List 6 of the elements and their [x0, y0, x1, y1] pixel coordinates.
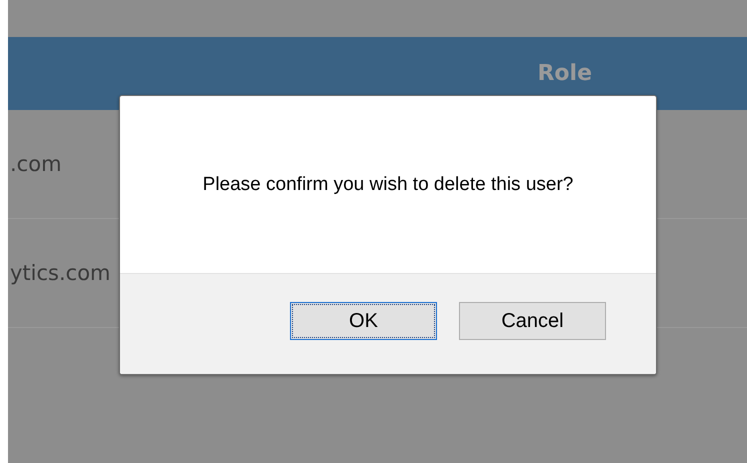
dialog-button[interactable]: OK: [290, 302, 437, 340]
email-cell: ytics.com: [10, 261, 111, 285]
email-cell: .com: [10, 152, 62, 176]
dialog-button[interactable]: Cancel: [459, 302, 606, 340]
column-header: Role: [537, 61, 592, 86]
dialog-message: Please confirm you wish to delete this user?: [202, 174, 574, 196]
